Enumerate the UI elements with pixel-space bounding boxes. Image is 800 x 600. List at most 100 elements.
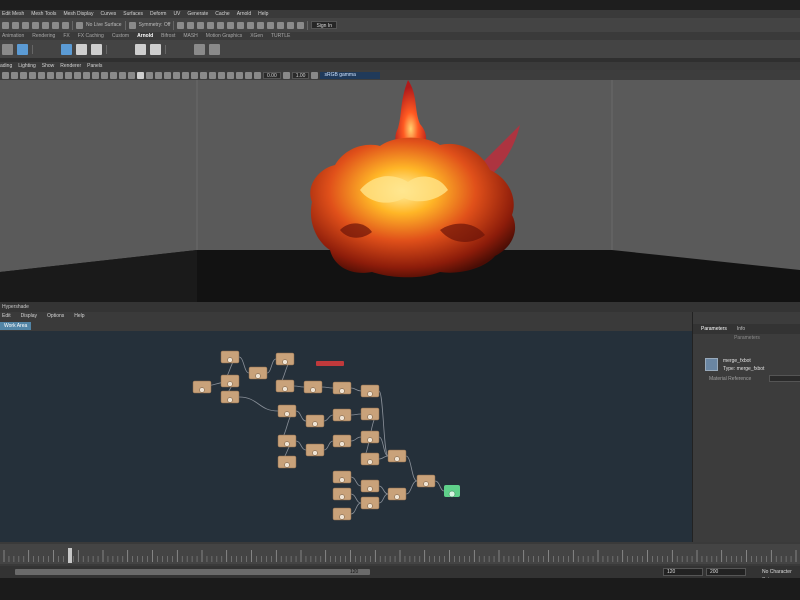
- viewport-3d[interactable]: [0, 80, 800, 302]
- node-port-icon[interactable]: [310, 387, 316, 393]
- shader-node[interactable]: [277, 434, 297, 448]
- render-setup-icon[interactable]: [227, 21, 235, 29]
- view-transform-dropdown[interactable]: sRGB gamma: [320, 71, 381, 79]
- wireframe-icon[interactable]: [119, 71, 126, 79]
- shader-node[interactable]: [275, 379, 295, 393]
- light-editor-icon[interactable]: [237, 21, 245, 29]
- wireframe-on-shaded-icon[interactable]: [146, 71, 153, 79]
- film-gate-icon[interactable]: [65, 71, 72, 79]
- snap-projected-icon[interactable]: [32, 21, 39, 29]
- shelf-tab-rendering[interactable]: Rendering: [32, 33, 55, 39]
- field-chart-icon[interactable]: [92, 71, 99, 79]
- node-port-icon[interactable]: [394, 494, 400, 500]
- menu-curves[interactable]: Curves: [100, 11, 116, 17]
- playback-end-field[interactable]: 200: [706, 568, 746, 576]
- output-node[interactable]: [444, 485, 460, 498]
- node-port-icon[interactable]: [367, 459, 373, 465]
- area-light-icon[interactable]: [61, 43, 72, 55]
- menu-uv[interactable]: UV: [173, 11, 180, 17]
- shader-node[interactable]: [303, 380, 323, 394]
- hs-menu-display[interactable]: Display: [21, 312, 37, 321]
- textured-icon[interactable]: [155, 71, 162, 79]
- shelf-tab-turtle[interactable]: TURTLE: [271, 33, 290, 39]
- node-port-icon[interactable]: [339, 477, 345, 483]
- hs-menu-options[interactable]: Options: [47, 312, 64, 321]
- menu-mesh-display[interactable]: Mesh Display: [63, 11, 93, 17]
- live-surface-label[interactable]: No Live Surface: [86, 22, 122, 28]
- shelf-tab-custom[interactable]: Custom: [112, 33, 129, 39]
- shader-node[interactable]: [360, 407, 380, 421]
- menu-cache[interactable]: Cache: [215, 11, 229, 17]
- smooth-shade-icon[interactable]: [128, 71, 135, 79]
- node-port-icon[interactable]: [284, 462, 290, 468]
- shader-node[interactable]: [277, 404, 297, 418]
- mesh-light-icon[interactable]: [76, 43, 87, 55]
- channel-box-icon[interactable]: [277, 21, 285, 29]
- use-all-lights-icon[interactable]: [164, 71, 171, 79]
- node-port-icon[interactable]: [423, 481, 429, 487]
- history-icon[interactable]: [62, 21, 69, 29]
- light-portal-icon[interactable]: [150, 43, 161, 55]
- shader-node[interactable]: [360, 479, 380, 493]
- modeling-toolkit-icon[interactable]: [297, 21, 305, 29]
- panel-menu-renderer[interactable]: Renderer: [60, 63, 81, 69]
- snap-point-icon[interactable]: [22, 21, 29, 29]
- symmetry-dropdown[interactable]: Symmetry: Off: [139, 22, 171, 28]
- snap-curve-icon[interactable]: [12, 21, 19, 29]
- node-port-icon[interactable]: [284, 441, 290, 447]
- node-port-icon[interactable]: [394, 456, 400, 462]
- node-port-icon[interactable]: [339, 415, 345, 421]
- shader-node[interactable]: [332, 487, 352, 501]
- tab-info[interactable]: Info: [737, 324, 745, 334]
- shader-node[interactable]: [220, 350, 240, 364]
- resolution-gate-icon[interactable]: [74, 71, 81, 79]
- photometric-light-icon[interactable]: [91, 43, 102, 55]
- current-time-marker[interactable]: [68, 548, 72, 563]
- shader-node[interactable]: [220, 390, 240, 404]
- shelf-tab-arnold[interactable]: Arnold: [137, 33, 153, 39]
- node-port-icon[interactable]: [339, 441, 345, 447]
- render-view-icon[interactable]: [207, 21, 215, 29]
- panel-menu-shading[interactable]: ading: [0, 63, 12, 69]
- shader-node[interactable]: [360, 384, 380, 398]
- shader-node[interactable]: [387, 449, 407, 463]
- shader-node[interactable]: [305, 443, 325, 457]
- xray-icon[interactable]: [227, 71, 234, 79]
- safe-title-icon[interactable]: [110, 71, 117, 79]
- sphere-icon[interactable]: [17, 43, 28, 55]
- depth-of-field-icon[interactable]: [209, 71, 216, 79]
- shelf-tab-mash[interactable]: MASH: [183, 33, 197, 39]
- ipr-render-icon[interactable]: [187, 21, 195, 29]
- tab-parameters[interactable]: Parameters: [701, 324, 727, 334]
- render-view-shelf-icon[interactable]: [194, 43, 205, 55]
- image-plane-icon[interactable]: [29, 71, 36, 79]
- node-port-icon[interactable]: [284, 411, 290, 417]
- selected-node[interactable]: [316, 361, 344, 366]
- shader-node[interactable]: [360, 430, 380, 444]
- shader-node[interactable]: [360, 496, 380, 510]
- 2d-pan-zoom-icon[interactable]: [38, 71, 45, 79]
- shelf-tab-motion-graphics[interactable]: Motion Graphics: [206, 33, 242, 39]
- bookmark-icon[interactable]: [20, 71, 27, 79]
- gate-mask-icon[interactable]: [83, 71, 90, 79]
- node-port-icon[interactable]: [367, 414, 373, 420]
- node-port-icon[interactable]: [312, 421, 318, 427]
- grease-pencil-icon[interactable]: [47, 71, 54, 79]
- color-management-icon[interactable]: [311, 71, 319, 79]
- panel-menu-lighting[interactable]: Lighting: [18, 63, 36, 69]
- play-render-icon[interactable]: [209, 43, 220, 55]
- skydome-light-icon[interactable]: [135, 43, 146, 55]
- camera-icon[interactable]: [247, 21, 255, 29]
- menu-surfaces[interactable]: Surfaces: [123, 11, 143, 17]
- shader-node[interactable]: [275, 352, 295, 366]
- menu-edit-mesh[interactable]: Edit Mesh: [2, 11, 24, 17]
- shader-node[interactable]: [332, 434, 352, 448]
- shader-node[interactable]: [305, 414, 325, 428]
- render-frame-icon[interactable]: [177, 21, 185, 29]
- node-port-icon[interactable]: [367, 391, 373, 397]
- hs-menu-help[interactable]: Help: [74, 312, 84, 321]
- node-port-icon[interactable]: [367, 437, 373, 443]
- node-port-icon[interactable]: [255, 373, 261, 379]
- hs-menu-edit[interactable]: Edit: [2, 312, 11, 321]
- grid-toggle-icon[interactable]: [257, 21, 265, 29]
